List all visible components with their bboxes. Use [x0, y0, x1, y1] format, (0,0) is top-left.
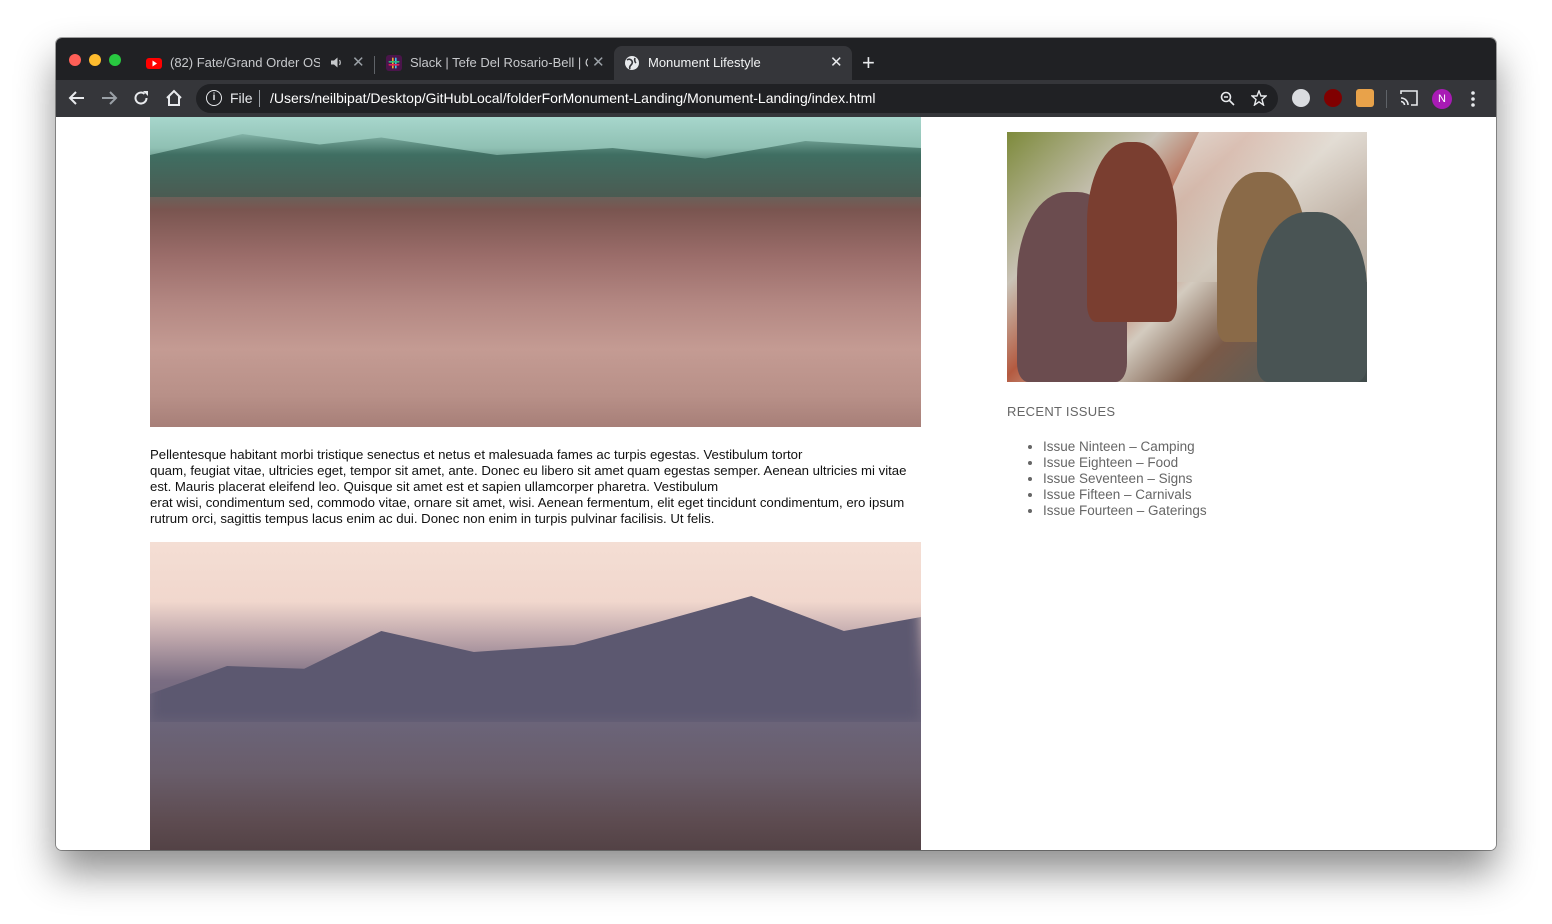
- tab-divider: [374, 56, 375, 74]
- issue-link[interactable]: Issue Seventeen – Signs: [1043, 471, 1207, 487]
- recent-issues-heading: RECENT ISSUES: [1007, 404, 1116, 419]
- tab-strip: (82) Fate/Grand Order OST ✕ Slack | Tefe…: [56, 38, 1496, 80]
- paragraph-line: erat wisi, condimentum sed, commodo vita…: [150, 495, 905, 510]
- menu-kebab-icon[interactable]: [1470, 90, 1476, 108]
- tab-title: Slack | Tefe Del Rosario-Bell | C: [410, 55, 588, 70]
- close-tab-icon[interactable]: ✕: [592, 53, 605, 71]
- close-window-button[interactable]: [69, 54, 81, 66]
- profile-avatar[interactable]: N: [1432, 89, 1452, 109]
- person-figure: [1257, 212, 1367, 382]
- extension-face-icon[interactable]: [1356, 89, 1374, 107]
- tab-title: (82) Fate/Grand Order OST: [170, 55, 320, 70]
- issue-link[interactable]: Issue Fourteen – Gaterings: [1043, 503, 1207, 519]
- ublock-icon[interactable]: [1324, 89, 1342, 107]
- tab-monument-lifestyle[interactable]: Monument Lifestyle ✕: [614, 46, 852, 80]
- youtube-icon: [146, 58, 162, 69]
- slack-icon: [386, 55, 402, 71]
- new-tab-button[interactable]: +: [862, 50, 875, 76]
- tab-title: Monument Lifestyle: [648, 55, 761, 70]
- person-figure: [1087, 142, 1177, 322]
- paragraph-line: rutrum orci, sagittis tempus lacus enim …: [150, 511, 715, 526]
- issue-link[interactable]: Issue Eighteen – Food: [1043, 455, 1207, 471]
- tab-youtube[interactable]: (82) Fate/Grand Order OST ✕: [136, 46, 368, 80]
- fullscreen-window-button[interactable]: [109, 54, 121, 66]
- home-icon[interactable]: [165, 89, 183, 107]
- paragraph-line: Pellentesque habitant morbi tristique se…: [150, 447, 803, 462]
- browser-window: (82) Fate/Grand Order OST ✕ Slack | Tefe…: [56, 38, 1496, 850]
- globe-icon: [625, 56, 639, 70]
- forward-arrow-icon[interactable]: [100, 90, 118, 106]
- mountain-range: [150, 134, 921, 197]
- article-paragraph: Pellentesque habitant morbi tristique se…: [150, 447, 1000, 527]
- browser-toolbar: i File /Users/neilbipat/Desktop/GitHubLo…: [56, 80, 1496, 117]
- cast-icon[interactable]: [1400, 90, 1418, 106]
- issue-link[interactable]: Issue Fifteen – Carnivals: [1043, 487, 1207, 503]
- address-bar[interactable]: i File /Users/neilbipat/Desktop/GitHubLo…: [196, 84, 1278, 113]
- paragraph-line: est. Mauris placerat eleifend leo. Quisq…: [150, 479, 719, 494]
- mountain-silhouette: [150, 596, 921, 722]
- camping-photo-image: [1007, 132, 1367, 382]
- address-divider: [259, 90, 260, 107]
- recent-issues-list: Issue Ninteen – Camping Issue Eighteen –…: [1025, 439, 1207, 519]
- close-tab-icon[interactable]: ✕: [352, 53, 365, 71]
- blurred-desert-image: [150, 542, 921, 850]
- issue-link[interactable]: Issue Ninteen – Camping: [1043, 439, 1207, 455]
- close-tab-icon[interactable]: ✕: [830, 53, 843, 71]
- reload-icon[interactable]: [133, 90, 149, 106]
- back-arrow-icon[interactable]: [68, 90, 86, 106]
- tab-slack[interactable]: Slack | Tefe Del Rosario-Bell | C ✕: [376, 46, 608, 80]
- bookmark-star-icon[interactable]: [1251, 90, 1267, 106]
- speaker-icon[interactable]: [330, 56, 343, 69]
- cactus-field-image: [150, 117, 921, 427]
- scheme-label: File: [230, 90, 253, 106]
- extension-shield-icon[interactable]: [1292, 89, 1310, 107]
- zoom-icon[interactable]: [1220, 91, 1235, 106]
- toolbar-divider: [1386, 90, 1387, 108]
- url-text[interactable]: /Users/neilbipat/Desktop/GitHubLocal/fol…: [270, 90, 875, 106]
- paragraph-line: quam, feugiat vitae, ultricies eget, tem…: [150, 463, 907, 478]
- minimize-window-button[interactable]: [89, 54, 101, 66]
- info-icon[interactable]: i: [206, 90, 222, 106]
- page-content: Pellentesque habitant morbi tristique se…: [56, 117, 1496, 850]
